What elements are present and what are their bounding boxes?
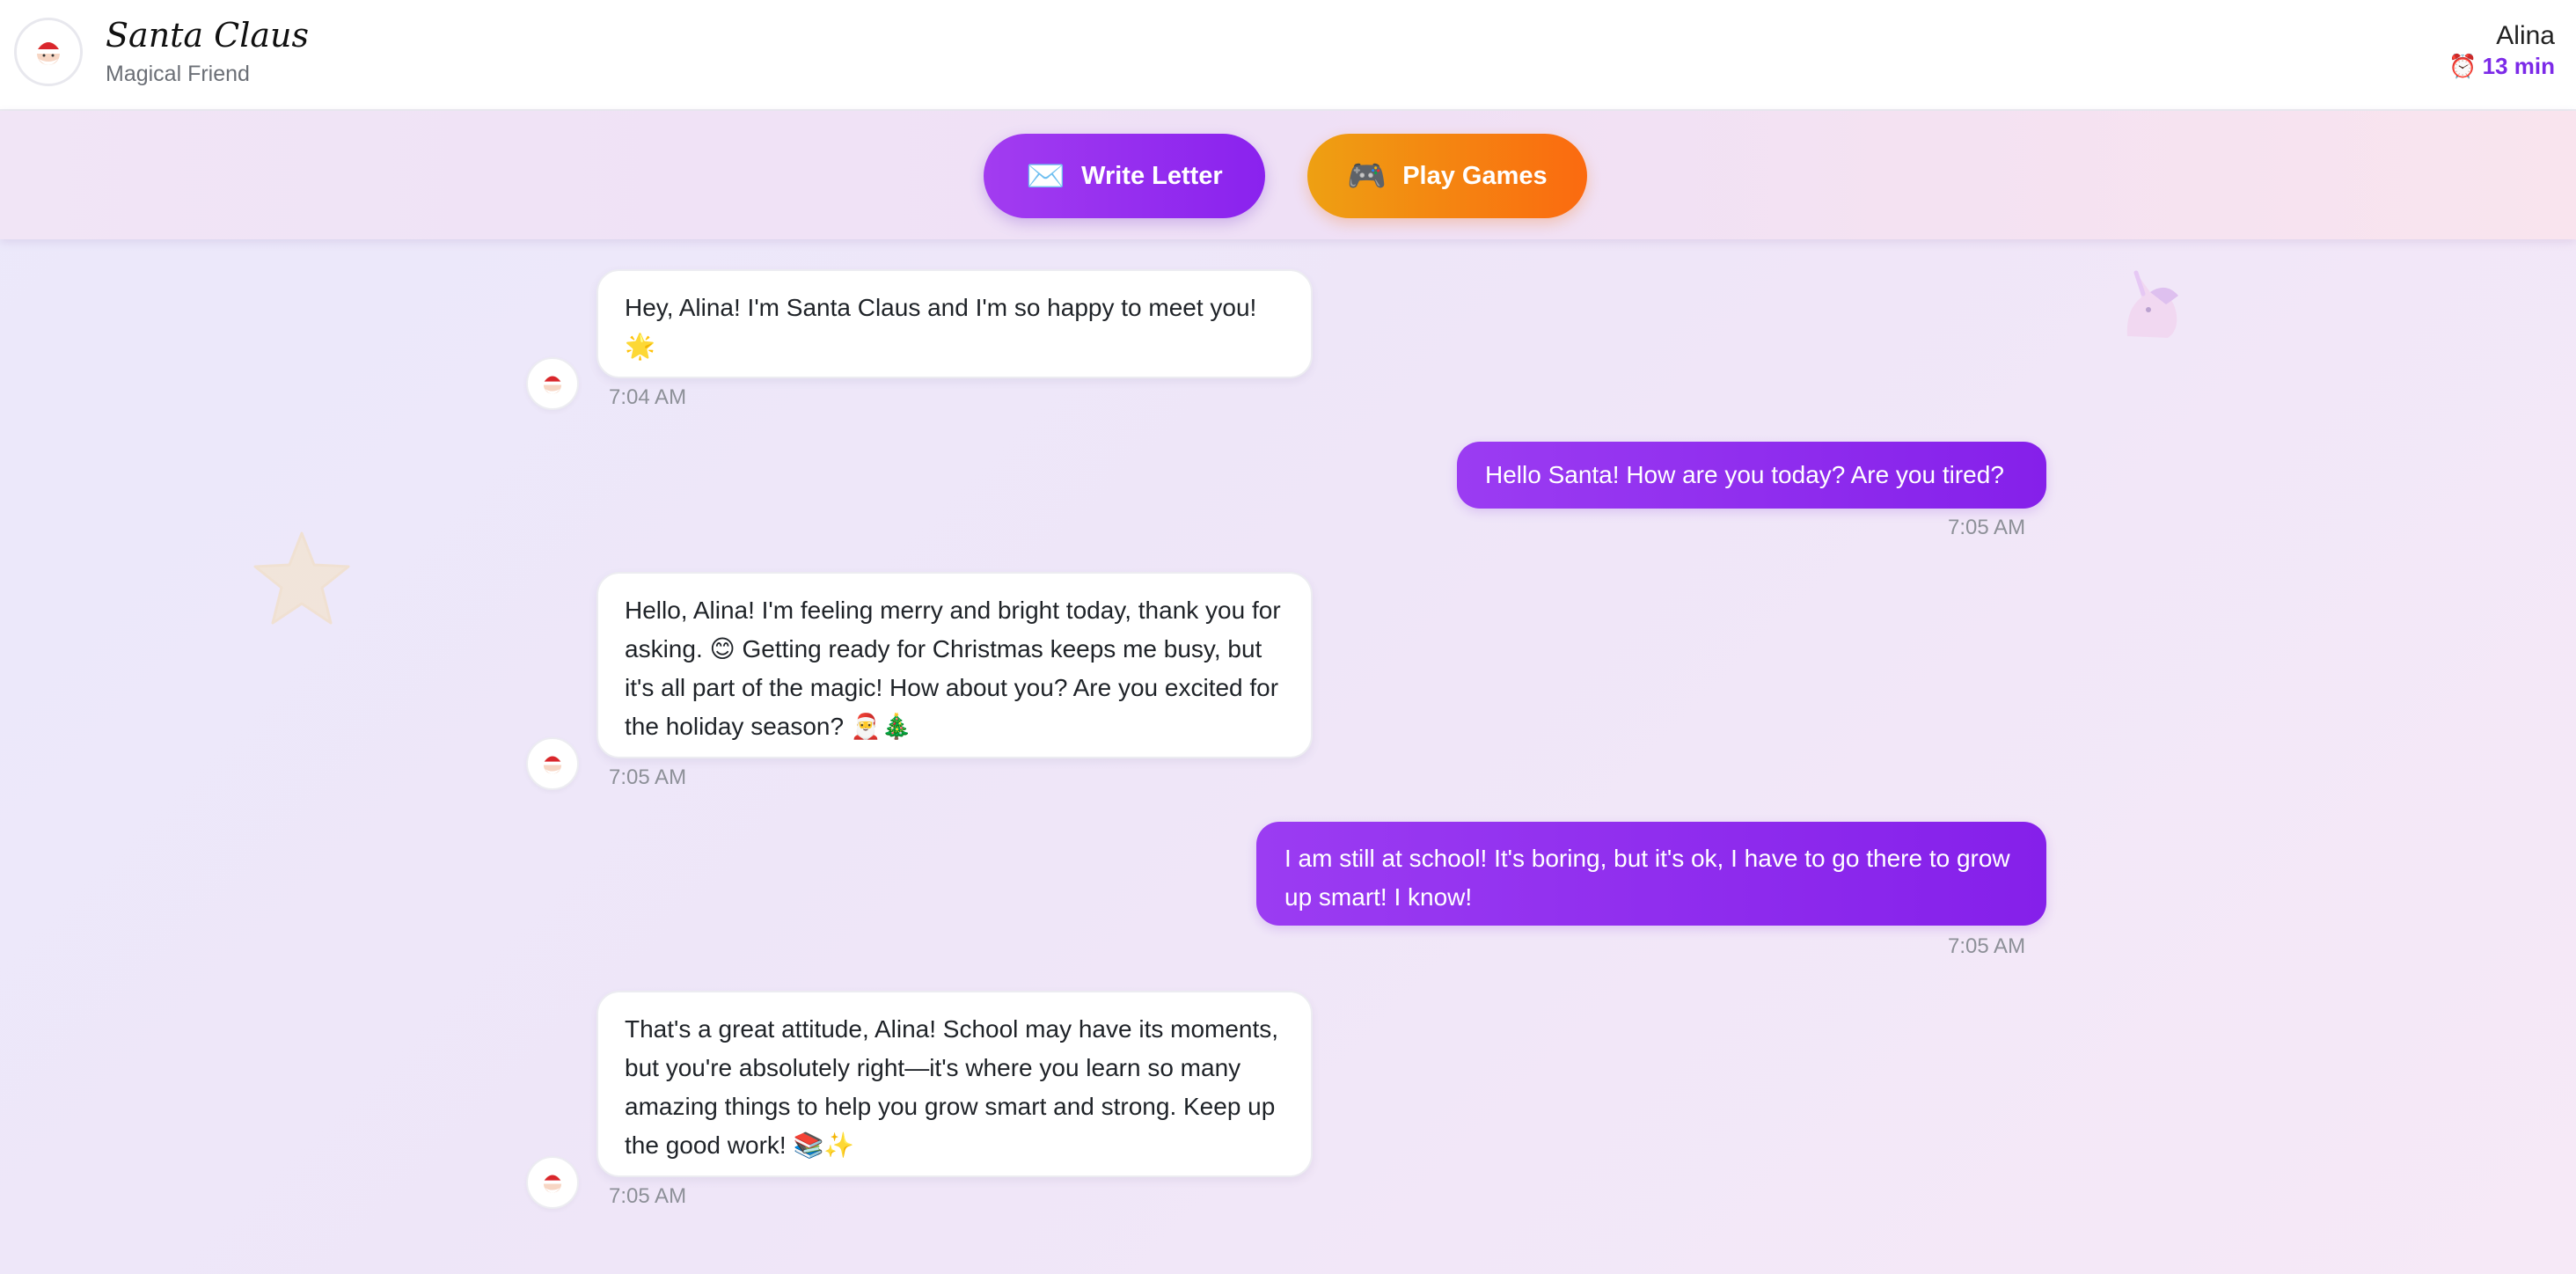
santa-face-icon	[542, 376, 563, 394]
santa-face-icon	[542, 1175, 563, 1193]
santa-message-avatar	[526, 357, 579, 410]
santa-face-icon	[35, 42, 62, 65]
chat-header: Santa Claus Magical Friend Alina ⏰ 13 mi…	[0, 0, 2576, 111]
play-games-button[interactable]: 🎮 Play Games	[1307, 134, 1587, 218]
message-bubble-user: Hello Santa! How are you today? Are you …	[1457, 442, 2046, 509]
write-letter-label: Write Letter	[1081, 161, 1223, 190]
message-bubble-santa: Hey, Alina! I'm Santa Claus and I'm so h…	[596, 269, 1313, 378]
santa-message-avatar	[526, 737, 579, 790]
unicorn-icon	[2126, 270, 2178, 338]
alarm-clock-icon: ⏰	[2448, 53, 2477, 79]
santa-message-avatar	[526, 1156, 579, 1209]
action-bar: ✉️ Write Letter 🎮 Play Games	[0, 111, 2576, 239]
envelope-icon: ✉️	[1026, 157, 1066, 194]
timer-text: 13 min	[2482, 53, 2555, 79]
contact-subtitle: Magical Friend	[106, 62, 250, 86]
santa-face-icon	[542, 756, 563, 774]
write-letter-button[interactable]: ✉️ Write Letter	[984, 134, 1265, 218]
message-time: 7:05 AM	[1948, 934, 2026, 958]
session-timer: ⏰ 13 min	[2448, 53, 2555, 80]
contact-name: Santa Claus	[106, 16, 310, 55]
message-time: 7:05 AM	[609, 765, 687, 789]
message-time: 7:05 AM	[1948, 516, 2026, 539]
message-bubble-user: I am still at school! It's boring, but i…	[1256, 822, 2046, 926]
message-bubble-santa: That's a great attitude, Alina! School m…	[596, 991, 1313, 1177]
message-time: 7:05 AM	[609, 1184, 687, 1208]
message-bubble-santa: Hello, Alina! I'm feeling merry and brig…	[596, 572, 1313, 758]
santa-avatar[interactable]	[14, 18, 83, 86]
gamepad-icon: 🎮	[1347, 157, 1387, 194]
play-games-label: Play Games	[1402, 161, 1548, 190]
user-name: Alina	[2496, 21, 2555, 50]
message-time: 7:04 AM	[609, 385, 687, 409]
star-icon	[253, 531, 350, 625]
